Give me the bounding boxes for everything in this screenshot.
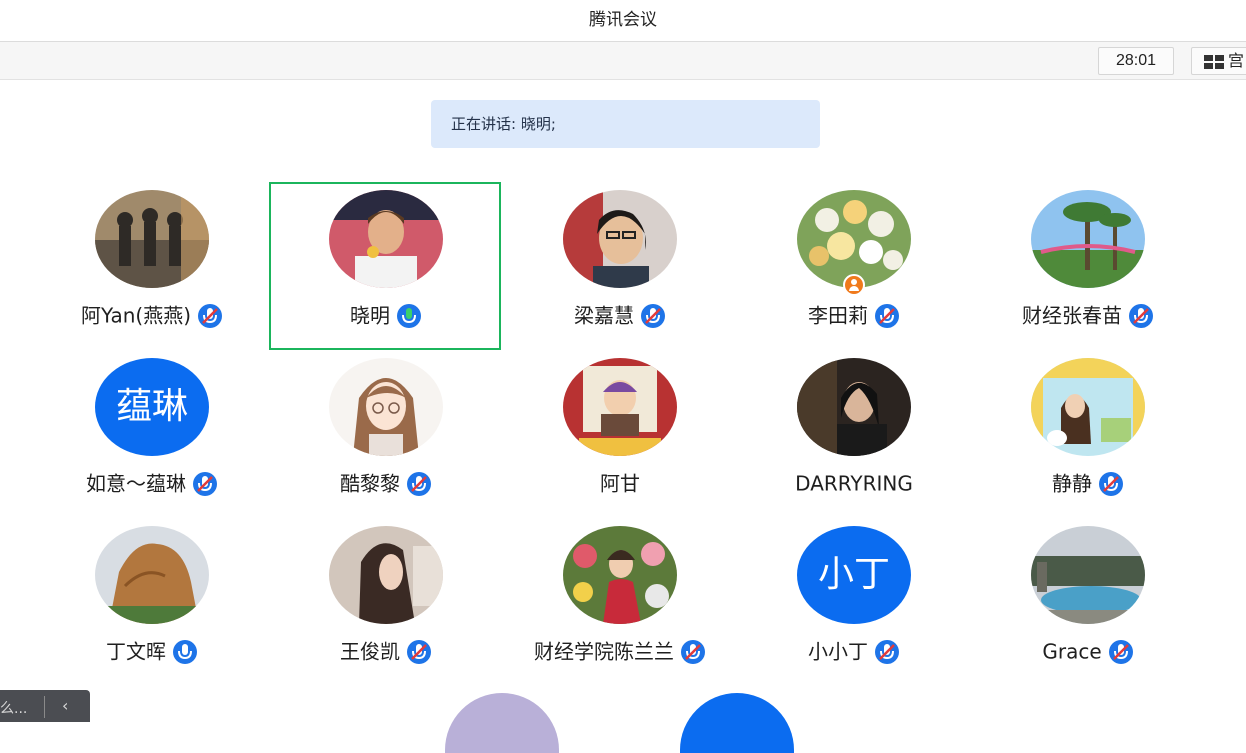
avatar <box>563 526 677 624</box>
participant-tile[interactable]: 酷黎黎 <box>269 358 503 508</box>
participant-tile[interactable]: 蕴琳 如意～蕴琳 <box>35 358 269 508</box>
participant-name-row: 梁嘉慧 <box>503 300 737 328</box>
participant-name-row: 财经张春苗 <box>971 300 1205 328</box>
participant-name-row: 丁文晖 <box>35 636 269 664</box>
avatar <box>563 358 677 456</box>
participant-name-row: 静静 <box>971 468 1205 496</box>
participant-tile[interactable]: 小丁 小小丁 <box>737 526 971 676</box>
participant-name-row: 小小丁 <box>737 636 971 664</box>
participant-name: 静静 <box>1052 471 1092 496</box>
participant-name-row: 李田莉 <box>737 300 971 328</box>
meeting-timer: 28:01 <box>1098 47 1174 75</box>
participant-tile[interactable]: 王俊凯 <box>269 526 503 676</box>
participant-tile[interactable]: 丁文晖 <box>35 526 269 676</box>
avatar <box>329 358 443 456</box>
participant-name: 丁文晖 <box>106 639 166 664</box>
participant-name-row: 财经学院陈兰兰 <box>503 636 737 664</box>
participant-name: 梁嘉慧 <box>574 303 634 328</box>
speaking-indicator: 正在讲话: 晓明; <box>431 100 820 148</box>
avatar <box>1031 190 1145 288</box>
mic-speaking-icon <box>396 303 422 329</box>
mic-muted-icon <box>197 303 223 329</box>
participant-name: 如意～蕴琳 <box>86 471 186 496</box>
participant-tile[interactable]: 梁嘉慧 <box>503 190 737 340</box>
avatar <box>563 190 677 288</box>
participant-tile[interactable]: 阿甘 <box>503 358 737 508</box>
text-avatar: 蕴琳 <box>95 358 209 456</box>
text-avatar: 小丁 <box>797 526 911 624</box>
participant-name: 王俊凯 <box>340 639 400 664</box>
mic-muted-icon <box>680 639 706 665</box>
participant-tile[interactable]: 静静 <box>971 358 1205 508</box>
mic-muted-icon <box>1108 639 1134 665</box>
window-title: 腾讯会议 <box>0 0 1246 42</box>
mic-muted-icon <box>1098 471 1124 497</box>
participant-tile[interactable]: DARRYRING <box>737 358 971 508</box>
participant-name: DARRYRING <box>795 471 913 496</box>
participant-name-row: 酷黎黎 <box>269 468 503 496</box>
mic-muted-icon <box>192 471 218 497</box>
participant-name-row: 阿Yan(燕燕) <box>35 300 269 328</box>
participant-tile[interactable]: Grace <box>971 526 1205 676</box>
participant-name: 酷黎黎 <box>340 471 400 496</box>
avatar <box>329 526 443 624</box>
grid-icon <box>1204 55 1224 69</box>
avatar <box>95 526 209 624</box>
mic-muted-icon <box>874 303 900 329</box>
participant-name-row: 王俊凯 <box>269 636 503 664</box>
divider <box>44 696 45 718</box>
participant-tile[interactable]: 李田莉 <box>737 190 971 340</box>
participant-tile[interactable]: 财经学院陈兰兰 <box>503 526 737 676</box>
participant-tile[interactable]: 晓明 <box>269 190 503 340</box>
participant-name: Grace <box>1042 639 1102 664</box>
participant-tile[interactable]: 财经张春苗 <box>971 190 1205 340</box>
speaking-text: 正在讲话: 晓明; <box>451 115 556 133</box>
participant-name-row: 如意～蕴琳 <box>35 468 269 496</box>
top-toolbar: 28:01 宫 <box>0 42 1246 80</box>
participant-tile[interactable]: 阿Yan(燕燕) <box>35 190 269 340</box>
bottom-bar-text: 么... <box>0 701 28 717</box>
avatar <box>329 190 443 288</box>
mic-on-icon <box>172 639 198 665</box>
mic-muted-icon <box>406 471 432 497</box>
mic-muted-icon <box>406 639 432 665</box>
participant-name-row: 晓明 <box>269 300 503 328</box>
gallery-view-button[interactable]: 宫 <box>1191 47 1246 75</box>
participant-name: 李田莉 <box>808 303 868 328</box>
participant-name: 阿Yan(燕燕) <box>81 303 191 328</box>
avatar <box>1031 526 1145 624</box>
avatar <box>797 358 911 456</box>
participant-name: 晓明 <box>350 303 390 328</box>
bottom-control-bar[interactable]: 么... ‹ <box>0 690 90 722</box>
participant-name-row: Grace <box>971 636 1205 664</box>
mic-muted-icon <box>640 303 666 329</box>
avatar[interactable] <box>680 693 794 753</box>
participant-name: 小小丁 <box>808 639 868 664</box>
mic-muted-icon <box>874 639 900 665</box>
participant-name: 财经张春苗 <box>1022 303 1122 328</box>
participant-name-row: DARRYRING <box>737 468 971 496</box>
avatar <box>1031 358 1145 456</box>
avatar[interactable] <box>445 693 559 753</box>
participant-name-row: 阿甘 <box>503 468 737 496</box>
view-button-label: 宫 <box>1228 51 1245 70</box>
host-badge-icon <box>843 274 865 296</box>
chevron-left-icon[interactable]: ‹ <box>62 696 68 715</box>
mic-muted-icon <box>1128 303 1154 329</box>
participant-name: 财经学院陈兰兰 <box>534 639 674 664</box>
participant-name: 阿甘 <box>600 471 640 496</box>
avatar <box>95 190 209 288</box>
